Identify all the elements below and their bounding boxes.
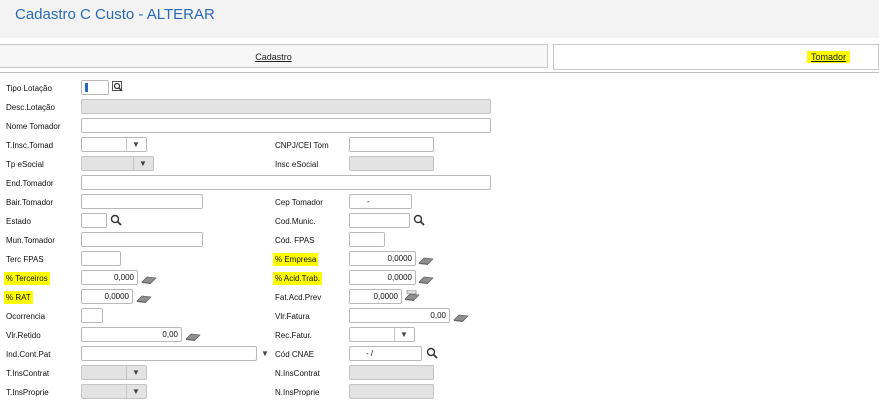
estado-search-icon[interactable]: [109, 214, 123, 226]
pct-empresa-input[interactable]: 0,0000: [349, 251, 416, 266]
fat-acd-prev-calculator-icon[interactable]: [404, 289, 420, 301]
label-cod-cnae: Cód CNAE: [275, 350, 315, 359]
tipo-lotacao-input[interactable]: [81, 80, 109, 95]
vlr-retido-calculator-icon[interactable]: [185, 329, 201, 341]
terc-fpas-input[interactable]: [81, 251, 121, 266]
chevron-down-icon[interactable]: ▼: [130, 385, 142, 398]
label-ind-cont-pat: Ind.Cont.Pat: [6, 350, 51, 359]
desc-lotacao-input[interactable]: [81, 99, 491, 114]
label-t-inscontrat: T.InsContrat: [6, 369, 50, 378]
label-cod-munic: Cod.Munic.: [275, 217, 316, 226]
ocorrencia-input[interactable]: [81, 308, 103, 323]
pct-acid-trab-calculator-icon[interactable]: [418, 272, 434, 284]
cod-cnae-input[interactable]: - /: [349, 346, 422, 361]
ind-cont-pat-select[interactable]: [81, 346, 257, 361]
label-vlr-retido: Vlr.Retido: [6, 331, 41, 340]
label-end-tomador: End.Tomador: [6, 179, 54, 188]
bair-tomador-input[interactable]: [81, 194, 203, 209]
label-terc-fpas: Terc FPAS: [6, 255, 44, 264]
pct-terceiros-input[interactable]: 0,000: [81, 270, 138, 285]
pct-empresa-calculator-icon[interactable]: [418, 253, 434, 265]
title-bar: Cadastro C Custo - ALTERAR: [0, 0, 879, 38]
label-tp-esocial: Tp eSocial: [6, 160, 44, 169]
label-desc-lotacao: Desc.Lotação: [6, 103, 55, 112]
tab-tomador[interactable]: Tomador: [553, 44, 879, 70]
cod-munic-search-icon[interactable]: [412, 214, 426, 226]
label-cep-tomador: Cep Tomador: [275, 198, 323, 207]
label-estado: Estado: [6, 217, 31, 226]
label-mun-tomador: Mun.Tomador: [6, 236, 55, 245]
pct-rat-input[interactable]: 0,0000: [81, 289, 133, 304]
insc-esocial-input[interactable]: [349, 156, 434, 171]
label-n-inscontrat: N.InsContrat: [275, 369, 320, 378]
label-nome-tomador: Nome Tomador: [6, 122, 61, 131]
label-t-insc-tomad: T.Insc.Tomad: [6, 141, 54, 150]
label-rec-fatur: Rec.Fatur.: [275, 331, 312, 340]
pct-acid-trab-input[interactable]: 0,0000: [349, 270, 416, 285]
cnpj-cei-tom-input[interactable]: [349, 137, 434, 152]
n-inscontrat-input[interactable]: [349, 365, 434, 380]
label-bair-tomador: Bair.Tomador: [6, 198, 54, 207]
tab-tomador-label: Tomador: [806, 51, 850, 63]
cep-tomador-input[interactable]: -: [349, 194, 412, 209]
label-pct-rat: % RAT: [4, 291, 33, 304]
label-vlr-fatura: Vlr.Fatura: [275, 312, 310, 321]
label-pct-empresa: % Empresa: [273, 253, 319, 266]
tab-cadastro-label: Cadastro: [255, 52, 292, 62]
tab-cadastro[interactable]: Cadastro: [0, 44, 548, 68]
label-n-insproprie: N.InsProprie: [275, 388, 320, 397]
chevron-down-icon[interactable]: ▼: [130, 366, 142, 379]
mun-tomador-input[interactable]: [81, 232, 203, 247]
pct-terceiros-calculator-icon[interactable]: [141, 272, 157, 284]
estado-input[interactable]: [81, 213, 107, 228]
cod-cnae-search-icon[interactable]: [425, 347, 439, 359]
label-fat-acd-prev: Fat.Acd.Prev: [275, 293, 322, 302]
chevron-down-icon[interactable]: ▼: [259, 347, 271, 360]
tipo-lotacao-lookup-icon[interactable]: [111, 81, 125, 93]
cod-fpas-input[interactable]: [349, 232, 385, 247]
end-tomador-input[interactable]: [81, 175, 491, 190]
cod-munic-input[interactable]: [349, 213, 410, 228]
tomador-form: Tipo Lotação Desc.Lotação Nome Tomador T…: [0, 72, 879, 404]
vlr-fatura-calculator-icon[interactable]: [453, 310, 469, 322]
vlr-retido-input[interactable]: 0,00: [81, 327, 182, 342]
label-cod-fpas: Cód. FPAS: [275, 236, 315, 245]
fat-acd-prev-input[interactable]: 0,0000: [349, 289, 402, 304]
label-insc-esocial: Insc eSocial: [275, 160, 319, 169]
n-insproprie-input[interactable]: [349, 384, 434, 399]
chevron-down-icon[interactable]: ▼: [137, 157, 149, 170]
chevron-down-icon[interactable]: ▼: [130, 138, 142, 151]
chevron-down-icon[interactable]: ▼: [398, 328, 410, 341]
pct-rat-calculator-icon[interactable]: [136, 291, 152, 303]
tab-bar: Cadastro Tomador: [0, 44, 879, 70]
label-tipo-lotacao: Tipo Lotação: [6, 84, 52, 93]
window-title: Cadastro C Custo - ALTERAR: [15, 6, 215, 23]
label-pct-acid-trab: % Acid.Trab.: [273, 272, 323, 285]
label-pct-terceiros: % Terceiros: [4, 272, 50, 285]
vlr-fatura-input[interactable]: 0,00: [349, 308, 450, 323]
label-ocorrencia: Ocorrencia: [6, 312, 46, 321]
nome-tomador-input[interactable]: [81, 118, 491, 133]
label-t-insproprie: T.InsProprie: [6, 388, 49, 397]
label-cnpj-cei-tom: CNPJ/CEI Tom: [275, 141, 329, 150]
